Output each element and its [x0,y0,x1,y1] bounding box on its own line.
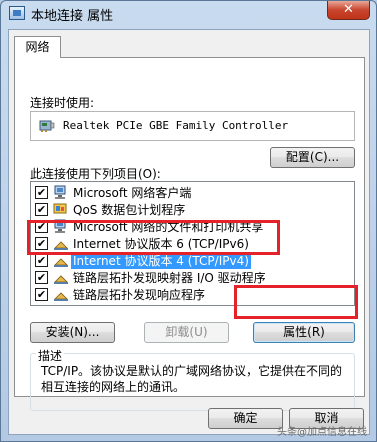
close-button[interactable]: ✕ [327,1,370,20]
window-title: 本地连接 属性 [31,9,114,24]
install-button[interactable]: 安装(N)... [30,322,115,343]
ok-button[interactable]: 确定 [208,408,283,429]
list-item[interactable]: ✔ Internet 协议版本 6 (TCP/IPv6) [31,236,354,252]
list-item[interactable]: ✔ Microsoft 网络的文件和打印机共享 [31,219,354,235]
description-legend: 描述 [36,347,65,364]
properties-dialog: 本地连接 属性 ✕ 网络 连接时使用: Realtek PCIe GBE Fam… [0,0,377,442]
item-checkbox[interactable]: ✔ [35,271,48,284]
protocol-icon [54,241,68,250]
adapter-name: Realtek PCIe GBE Family Controller [63,119,289,132]
network-adapter-icon [39,120,55,132]
list-item[interactable]: ✔ 链路层拓扑发现映射器 I/O 驱动程序 [31,270,354,286]
network-client-icon [54,185,66,199]
item-label: QoS 数据包计划程序 [73,203,186,217]
file-sharing-icon [54,219,66,233]
tab-network[interactable]: 网络 [14,36,61,58]
item-label: Internet 协议版本 6 (TCP/IPv6) [73,237,249,251]
item-checkbox[interactable]: ✔ [35,186,48,199]
tab-panel: 连接时使用: Realtek PCIe GBE Family Controlle… [14,57,365,411]
dialog-client-area: 网络 连接时使用: Realtek PCIe GBE Family Contro… [8,29,370,435]
list-item[interactable]: ✔ Microsoft 网络客户端 [31,185,354,201]
uninstall-button[interactable]: 卸载(U) [144,322,229,343]
item-checkbox[interactable]: ✔ [35,203,48,216]
protocol-icon [54,275,68,284]
adapter-field: Realtek PCIe GBE Family Controller [30,111,355,141]
connect-using-label: 连接时使用: [30,96,95,110]
network-connection-icon [9,6,25,20]
item-checkbox[interactable]: ✔ [35,288,48,301]
item-checkbox[interactable]: ✔ [35,254,48,267]
watermark: 头条@加点信息在线 [277,427,367,438]
item-label: 链路层拓扑发现响应程序 [73,288,206,302]
description-text: TCP/IP。该协议是默认的广域网络协议，它提供在不同的相互连接的网络上的通讯。 [41,364,343,394]
list-item[interactable]: ✔ QoS 数据包计划程序 [31,202,354,218]
list-item-selected[interactable]: ✔ Internet 协议版本 4 (TCP/IPv4) [31,253,354,269]
item-label: Internet 协议版本 4 (TCP/IPv4) [71,253,251,269]
item-checkbox[interactable]: ✔ [35,237,48,250]
item-checkbox[interactable]: ✔ [35,220,48,233]
protocol-icon [54,292,68,301]
item-label: Microsoft 网络客户端 [73,186,192,200]
item-label: 链路层拓扑发现映射器 I/O 驱动程序 [73,271,266,285]
items-label: 此连接使用下列项目(O): [30,167,161,181]
components-list[interactable]: ✔ Microsoft 网络客户端 ✔ QoS 数据包计划程序 ✔ Micros… [30,181,355,306]
item-label: Microsoft 网络的文件和打印机共享 [73,220,264,234]
configure-button[interactable]: 配置(C)... [270,147,355,168]
list-item[interactable]: ✔ 链路层拓扑发现响应程序 [31,287,354,303]
protocol-icon [54,258,68,267]
properties-button[interactable]: 属性(R) [253,322,355,343]
title-bar[interactable]: 本地连接 属性 ✕ [1,1,376,27]
qos-icon [53,203,67,214]
